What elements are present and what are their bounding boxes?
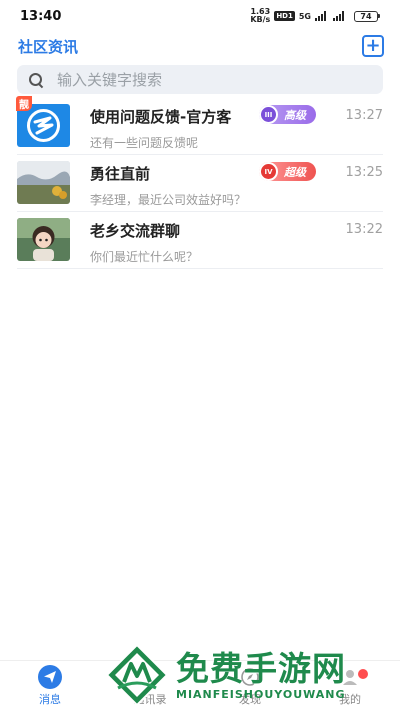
signal-icon-secondary [333,11,344,21]
chat-item-hometown[interactable]: 老乡交流群聊 13:22 你们最近忙什么呢？ [17,212,383,269]
status-indicators: 1.63 KB/s HD1 5G 74 [250,8,380,24]
chat-item-forward[interactable]: 勇往直前 IV 超级 13:25 李经理，最近公司效益好吗？ [17,155,383,212]
chat-preview: 还有一些问题反馈呢 [90,136,199,150]
status-bar: 13:40 1.63 KB/s HD1 5G 74 [0,0,400,32]
level-badge: IV 超级 [259,162,316,181]
avatar [17,218,70,261]
search-bar[interactable] [17,65,383,94]
network-speed: 1.63 KB/s [250,8,270,24]
chat-preview: 李经理，最近公司效益好吗？ [90,193,247,207]
network-speed-unit: KB/s [250,15,271,24]
hot-tag: 靓 [16,96,32,111]
tab-messages[interactable]: 消息 [0,661,100,711]
chat-list: 靓 使用问题反馈-官方客 III 高级 13:27 还有一些问题反馈呢 勇往直前… [0,96,400,269]
status-time: 13:40 [20,8,62,24]
page-title: 社区资讯 [18,37,79,56]
plus-square-icon: + [365,35,381,56]
chat-item-feedback[interactable]: 靓 使用问题反馈-官方客 III 高级 13:27 还有一些问题反馈呢 [16,96,383,155]
avatar [17,161,70,204]
level-number: III [259,105,278,124]
level-number: IV [259,162,278,181]
hd-icon: HD1 [274,11,295,21]
search-icon [29,72,43,87]
level-label: 高级 [284,108,306,122]
tab-label: 消息 [39,693,61,706]
send-icon [38,665,62,689]
page-header: 社区资讯 + [0,32,400,60]
level-badge: III 高级 [259,105,316,124]
battery-level: 74 [354,10,378,22]
network-type: 5G [298,11,311,21]
chat-name: 使用问题反馈-官方客 [90,108,232,126]
battery-icon: 74 [354,10,380,22]
landscape-avatar-icon [17,161,70,204]
chat-time: 13:27 [345,108,383,123]
search-input[interactable] [57,70,337,89]
level-label: 超级 [284,165,306,179]
watermark: 免费手游网 MIANFEISHOUYOUWANG [104,640,394,710]
signal-icon [315,11,326,21]
cartoon-avatar-icon [17,218,70,261]
watermark-title: 免费手游网 [176,648,346,688]
chat-time: 13:22 [345,222,383,237]
chat-name: 勇往直前 [90,165,151,183]
chat-name: 老乡交流群聊 [90,222,181,240]
watermark-logo-icon [105,643,169,707]
chat-preview: 你们最近忙什么呢？ [90,250,199,264]
chat-time: 13:25 [345,165,383,180]
add-button[interactable]: + [362,35,384,57]
watermark-subtitle: MIANFEISHOUYOUWANG [176,687,346,701]
